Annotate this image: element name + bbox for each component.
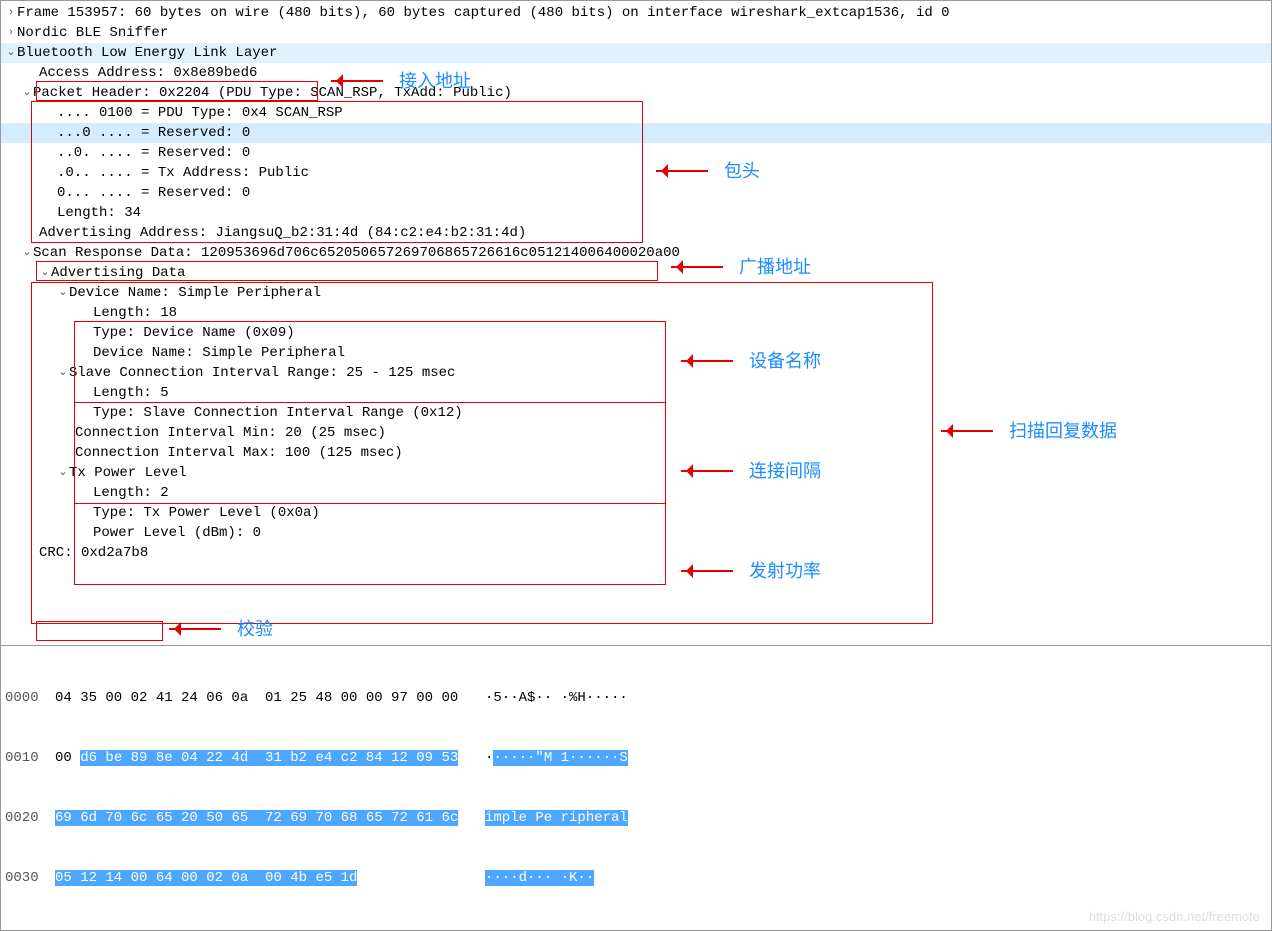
hex-row[interactable]: 0000 04 35 00 02 41 24 06 0a 01 25 48 00…: [1, 688, 1271, 708]
tree-ph-length[interactable]: Length: 34: [1, 203, 1271, 223]
tree-nordic[interactable]: ›Nordic BLE Sniffer: [1, 23, 1271, 43]
expand-icon[interactable]: ⌄: [57, 282, 69, 302]
hex-row[interactable]: 0030 05 12 14 00 64 00 02 0a 00 4b e5 1d…: [1, 868, 1271, 888]
collapse-icon[interactable]: ›: [5, 22, 17, 42]
srd-label: Scan Response Data: 120953696d706c652050…: [33, 243, 680, 263]
anno-crc: 校验: [169, 619, 273, 639]
anno-tx-power: 发射功率: [681, 561, 821, 581]
hex-offset: 0020: [5, 808, 55, 828]
anno-scan-rsp-data: 扫描回复数据: [941, 421, 1117, 441]
sc-hdr-label: Slave Connection Interval Range: 25 - 12…: [69, 363, 455, 383]
frame-label: Frame 153957: 60 bytes on wire (480 bits…: [17, 3, 950, 23]
dn-len-label: Length: 18: [93, 303, 177, 323]
collapse-icon[interactable]: ›: [5, 2, 17, 22]
tree-sc-length[interactable]: Length: 5: [1, 383, 1271, 403]
hex-offset: 0000: [5, 688, 55, 708]
tree-reserved1[interactable]: ...0 .... = Reserved: 0: [1, 123, 1271, 143]
expand-icon[interactable]: ⌄: [21, 242, 33, 262]
tree-adv-data[interactable]: ⌄Advertising Data: [1, 263, 1271, 283]
tree-dn-type[interactable]: Type: Device Name (0x09): [1, 323, 1271, 343]
tree-crc[interactable]: CRC: 0xd2a7b8: [1, 543, 1271, 563]
tree-sc-hdr[interactable]: ⌄Slave Connection Interval Range: 25 - 1…: [1, 363, 1271, 383]
hex-bytes: 05 12 14 00 64 00 02 0a 00 4b e5 1d: [55, 868, 485, 888]
tree-reserved2[interactable]: ..0. .... = Reserved: 0: [1, 143, 1271, 163]
hex-bytes: 04 35 00 02 41 24 06 0a 01 25 48 00 00 9…: [55, 688, 485, 708]
tree-tp-length[interactable]: Length: 2: [1, 483, 1271, 503]
adv-data-label: Advertising Data: [51, 263, 185, 283]
tree-sc-max[interactable]: Connection Interval Max: 100 (125 msec): [1, 443, 1271, 463]
dn-value-label: Device Name: Simple Peripheral: [93, 343, 345, 363]
tree-dn-value[interactable]: Device Name: Simple Peripheral: [1, 343, 1271, 363]
arrow-icon: [681, 467, 741, 475]
hex-row[interactable]: 0010 00 d6 be 89 8e 04 22 4d 31 b2 e4 c2…: [1, 748, 1271, 768]
expand-icon[interactable]: ⌄: [57, 362, 69, 382]
hex-offset: 0030: [5, 868, 55, 888]
tp-len-label: Length: 2: [93, 483, 169, 503]
arrow-icon: [681, 567, 741, 575]
ph-len-label: Length: 34: [57, 203, 141, 223]
ph-res1-label: ...0 .... = Reserved: 0: [57, 123, 250, 143]
sc-max-label: Connection Interval Max: 100 (125 msec): [75, 443, 403, 463]
tree-dev-name-hdr[interactable]: ⌄Device Name: Simple Peripheral: [1, 283, 1271, 303]
hex-offset: 0010: [5, 748, 55, 768]
ph-res3-label: 0... .... = Reserved: 0: [57, 183, 250, 203]
ph-pdu-label: .... 0100 = PDU Type: 0x4 SCAN_RSP: [57, 103, 343, 123]
ph-txaddr-label: .0.. .... = Tx Address: Public: [57, 163, 309, 183]
tree-scan-rsp-data[interactable]: ⌄Scan Response Data: 120953696d706c65205…: [1, 243, 1271, 263]
sc-min-label: Connection Interval Min: 20 (25 msec): [75, 423, 386, 443]
expand-icon[interactable]: ⌄: [57, 462, 69, 482]
anno-access-address: 接入地址: [331, 71, 471, 91]
hex-ascii: ····d··· ·K··: [485, 868, 655, 888]
sc-type-label: Type: Slave Connection Interval Range (0…: [93, 403, 463, 423]
adv-addr-label: Advertising Address: JiangsuQ_b2:31:4d (…: [39, 223, 526, 243]
anno-packet-header: 包头: [656, 161, 760, 181]
crc-label: CRC: 0xd2a7b8: [39, 543, 148, 563]
watermark: https://blog.csdn.net/freemote: [1089, 907, 1260, 927]
packet-details-tree[interactable]: ›Frame 153957: 60 bytes on wire (480 bit…: [0, 0, 1272, 646]
tree-packet-header[interactable]: ⌄Packet Header: 0x2204 (PDU Type: SCAN_R…: [1, 83, 1271, 103]
arrow-icon: [941, 427, 1001, 435]
arrow-icon: [656, 167, 716, 175]
tree-access-address[interactable]: Access Address: 0x8e89bed6: [1, 63, 1271, 83]
tree-frame[interactable]: ›Frame 153957: 60 bytes on wire (480 bit…: [1, 3, 1271, 23]
tree-tp-value[interactable]: Power Level (dBm): 0: [1, 523, 1271, 543]
hex-bytes: 69 6d 70 6c 65 20 50 65 72 69 70 68 65 7…: [55, 808, 485, 828]
arrow-icon: [331, 77, 391, 85]
tree-tx-power[interactable]: ⌄Tx Power Level: [1, 463, 1271, 483]
hex-bytes: 00 d6 be 89 8e 04 22 4d 31 b2 e4 c2 84 1…: [55, 748, 485, 768]
dn-type-label: Type: Device Name (0x09): [93, 323, 295, 343]
tree-ble-ll[interactable]: ⌄Bluetooth Low Energy Link Layer: [1, 43, 1271, 63]
tp-value-label: Power Level (dBm): 0: [93, 523, 261, 543]
ble-ll-label: Bluetooth Low Energy Link Layer: [17, 43, 277, 63]
arrow-icon: [681, 357, 741, 365]
arrow-icon: [169, 625, 229, 633]
tree-txaddr[interactable]: .0.. .... = Tx Address: Public: [1, 163, 1271, 183]
arrow-icon: [671, 263, 731, 271]
hex-dump-pane[interactable]: 0000 04 35 00 02 41 24 06 0a 01 25 48 00…: [0, 646, 1272, 931]
tree-pdu-type[interactable]: .... 0100 = PDU Type: 0x4 SCAN_RSP: [1, 103, 1271, 123]
dn-hdr-label: Device Name: Simple Peripheral: [69, 283, 321, 303]
tree-reserved3[interactable]: 0... .... = Reserved: 0: [1, 183, 1271, 203]
anno-device-name: 设备名称: [681, 351, 821, 371]
box-crc: [36, 621, 163, 641]
expand-icon[interactable]: ⌄: [39, 262, 51, 282]
nordic-label: Nordic BLE Sniffer: [17, 23, 168, 43]
expand-icon[interactable]: ⌄: [5, 42, 17, 62]
ph-res2-label: ..0. .... = Reserved: 0: [57, 143, 250, 163]
hex-row[interactable]: 0020 69 6d 70 6c 65 20 50 65 72 69 70 68…: [1, 808, 1271, 828]
tree-dn-length[interactable]: Length: 18: [1, 303, 1271, 323]
anno-adv-address: 广播地址: [671, 257, 811, 277]
access-address-label: Access Address: 0x8e89bed6: [39, 63, 257, 83]
expand-icon[interactable]: ⌄: [21, 82, 33, 102]
tree-tp-type[interactable]: Type: Tx Power Level (0x0a): [1, 503, 1271, 523]
hex-ascii: imple Pe ripheral: [485, 808, 655, 828]
tree-sc-type[interactable]: Type: Slave Connection Interval Range (0…: [1, 403, 1271, 423]
hex-ascii: ······"M 1······S: [485, 748, 655, 768]
tp-hdr-label: Tx Power Level: [69, 463, 187, 483]
tp-type-label: Type: Tx Power Level (0x0a): [93, 503, 320, 523]
tree-adv-address[interactable]: Advertising Address: JiangsuQ_b2:31:4d (…: [1, 223, 1271, 243]
anno-conn-interval: 连接间隔: [681, 461, 821, 481]
sc-len-label: Length: 5: [93, 383, 169, 403]
hex-ascii: ·5··A$·· ·%H·····: [485, 688, 655, 708]
